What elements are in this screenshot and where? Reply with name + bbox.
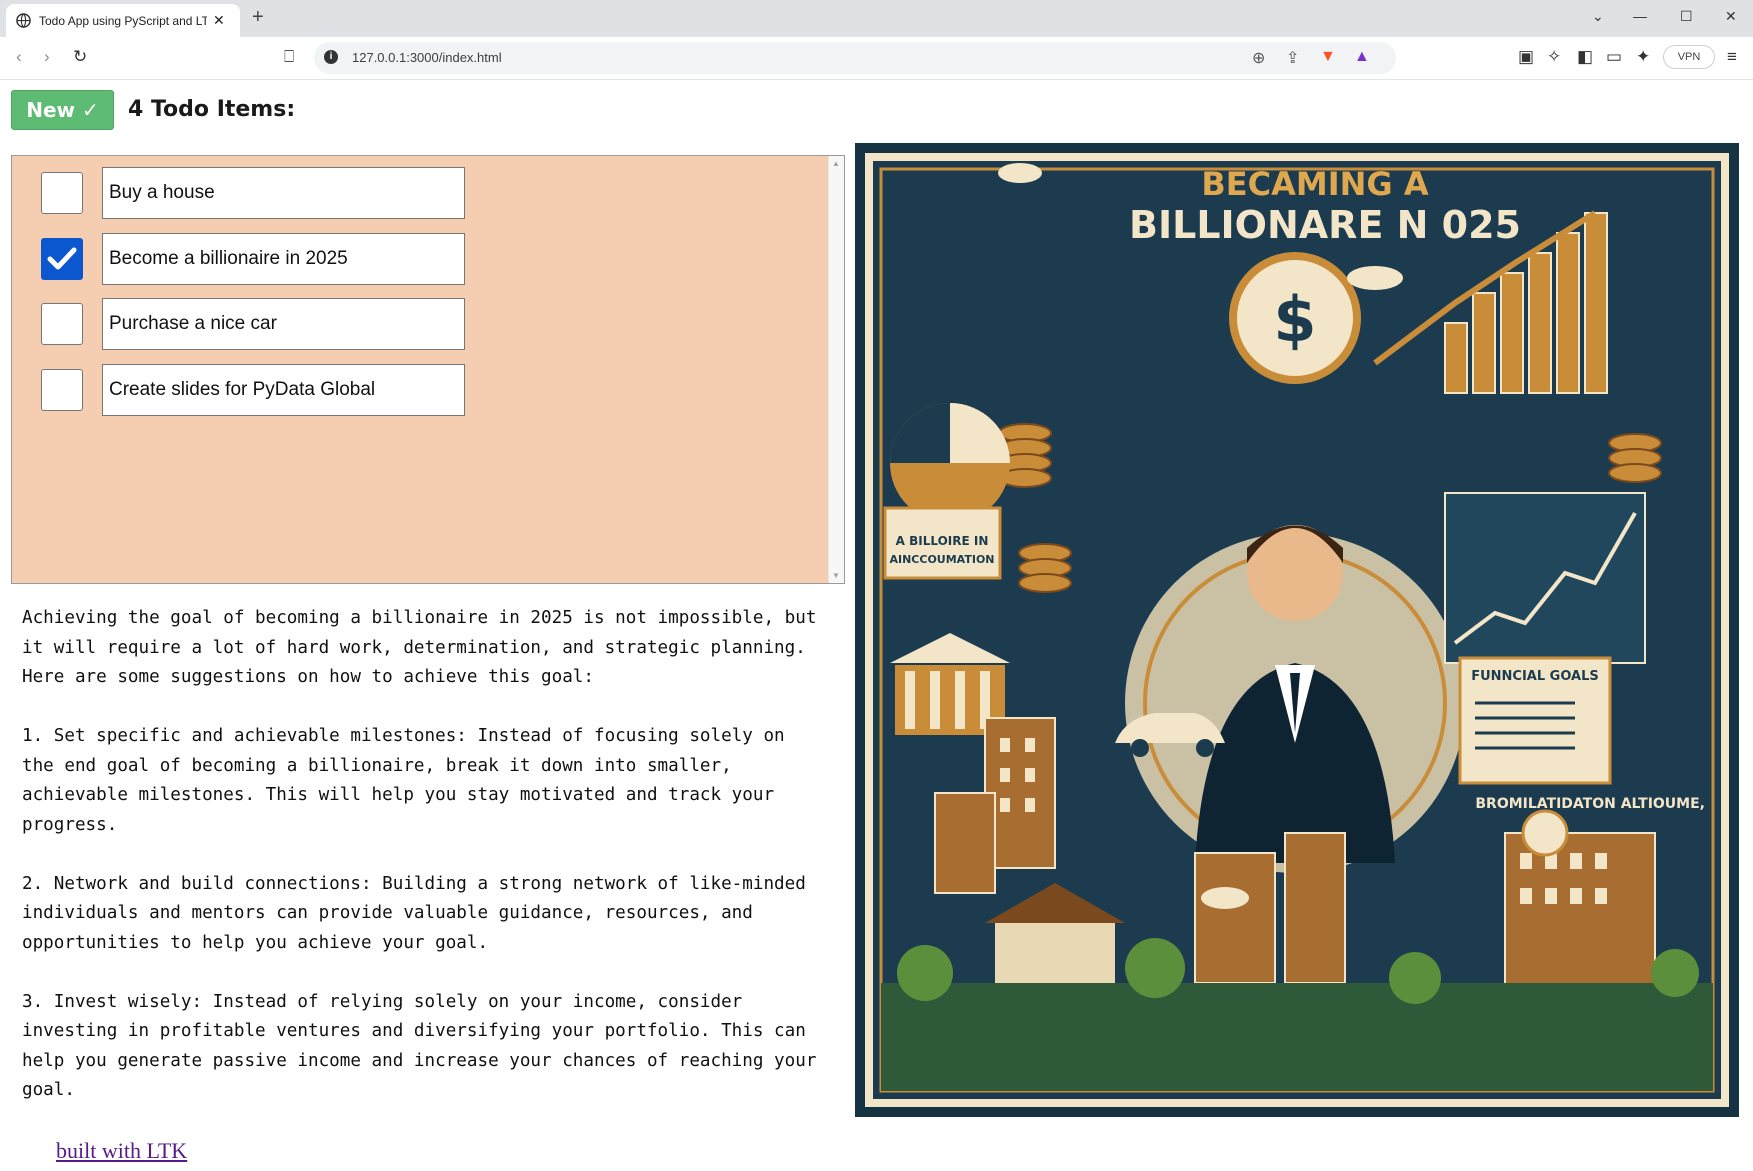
checkmark-icon (47, 247, 77, 270)
todo-text-input[interactable]: Create slides for PyData Global (102, 364, 465, 416)
todo-item: Become a billionaire in 2025 (41, 233, 471, 285)
vpn-label: VPN (1677, 51, 1701, 63)
globe-icon (16, 13, 31, 28)
share-icon[interactable]: ⇪ (1286, 48, 1299, 68)
vpn-button[interactable]: VPN (1663, 45, 1715, 69)
billionaire-illustration: BECAMING A BILLIONARE N 025 $ A BILLOIRE… (855, 143, 1739, 1117)
tab-search-icon[interactable]: ⌄ (1592, 8, 1604, 25)
scroll-up-icon[interactable]: ▲ (832, 159, 840, 168)
puzzle-icon[interactable]: ✧ (1547, 47, 1561, 67)
wallet-icon[interactable]: ▭ (1606, 47, 1622, 67)
todo-text-input[interactable]: Purchase a nice car (102, 298, 465, 350)
todo-checkbox[interactable] (41, 172, 83, 214)
site-info-icon[interactable]: i (324, 50, 338, 64)
todo-scrollbar[interactable]: ▲ ▼ (828, 156, 844, 583)
minimize-icon[interactable]: — (1633, 8, 1647, 24)
illustration-artwork: BECAMING A BILLIONARE N 025 $ A BILLOIRE… (865, 153, 1729, 1107)
forward-icon[interactable]: › (44, 47, 50, 67)
sidebar-icon[interactable]: ◧ (1577, 47, 1593, 67)
back-icon[interactable]: ‹ (16, 47, 22, 67)
todo-item: Purchase a nice car (41, 298, 471, 350)
illustration-label-goals: FUNNCIAL GOALS (1471, 669, 1599, 684)
illustration-label-bottom-right: BROMILATIDATON ALTIOUME, (1475, 796, 1705, 812)
reload-icon[interactable]: ↻ (73, 47, 87, 67)
todo-checkbox[interactable] (41, 303, 83, 345)
close-tab-icon[interactable]: ✕ (213, 12, 225, 29)
todo-checkbox[interactable] (41, 369, 83, 411)
scroll-down-icon[interactable]: ▼ (832, 571, 840, 580)
built-with-ltk-link[interactable]: built with LTK (56, 1138, 187, 1164)
illustration-headline-2: BILLIONARE N 025 (1129, 203, 1521, 247)
todo-checkbox[interactable] (41, 238, 83, 280)
todo-text-input[interactable]: Become a billionaire in 2025 (102, 233, 465, 285)
zoom-icon[interactable]: ⊕ (1252, 48, 1265, 68)
browser-navbar: ‹ › ↻ ⎕ i 127.0.0.1:3000/index.html ⊕ ⇪ … (0, 37, 1753, 80)
illustration-headline-1: BECAMING A (1201, 165, 1428, 203)
illustration-label-left-2: AINCCOUMATION (890, 553, 995, 566)
new-tab-icon[interactable]: + (252, 6, 264, 29)
todo-list-panel: Buy a house Become a billionaire in 2025… (11, 155, 845, 584)
tab-title: Todo App using PyScript and LTK (39, 13, 207, 28)
new-todo-button[interactable]: New ✓ (11, 90, 114, 130)
todo-text-input[interactable]: Buy a house (102, 167, 465, 219)
illustration-label-left: A BILLOIRE IN (896, 534, 989, 548)
advice-text: Achieving the goal of becoming a billion… (22, 608, 817, 1100)
brave-rewards-icon[interactable]: ▲ (1354, 48, 1370, 66)
address-bar[interactable]: i 127.0.0.1:3000/index.html ⊕ ⇪ ▼ ▲ (314, 42, 1396, 74)
extension-icon[interactable]: ▣ (1518, 47, 1534, 67)
dollar-coin-icon: $ (1273, 283, 1316, 356)
brave-shield-icon[interactable]: ▼ (1320, 48, 1336, 66)
todo-item: Buy a house (41, 167, 471, 219)
url-text: 127.0.0.1:3000/index.html (352, 50, 502, 65)
close-window-icon[interactable]: ✕ (1725, 8, 1737, 25)
todo-item: Create slides for PyData Global (41, 364, 471, 416)
browser-tab[interactable]: Todo App using PyScript and LTK ✕ (6, 4, 240, 37)
leo-ai-icon[interactable]: ✦ (1636, 47, 1650, 67)
bookmark-icon[interactable]: ⎕ (284, 47, 294, 67)
menu-icon[interactable]: ≡ (1727, 47, 1737, 67)
todo-count-title: 4 Todo Items: (128, 97, 296, 122)
maximize-icon[interactable]: ☐ (1680, 8, 1693, 25)
browser-tabstrip: Todo App using PyScript and LTK ✕ + ⌄ — … (0, 0, 1753, 37)
